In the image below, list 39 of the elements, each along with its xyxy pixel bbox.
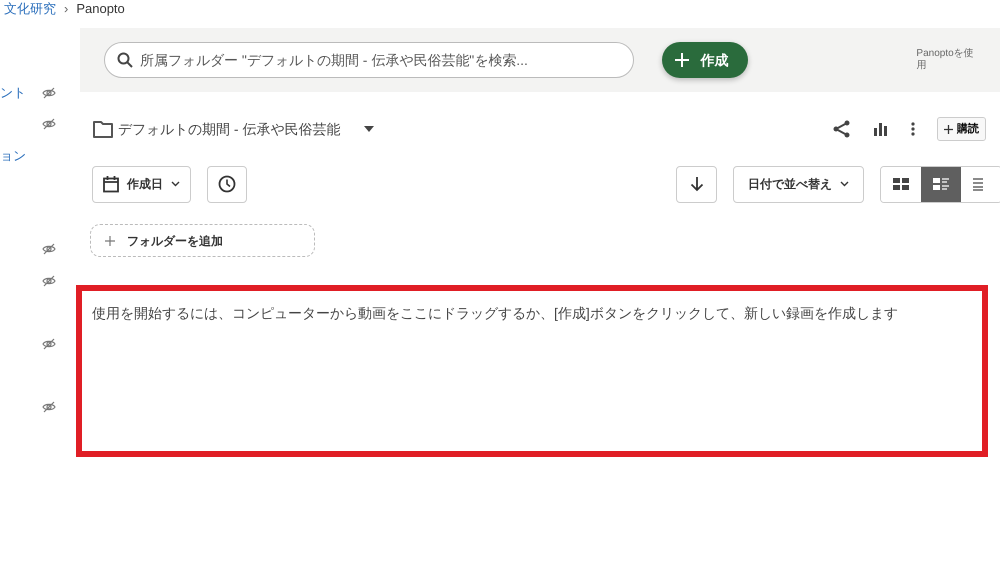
chevron-down-icon [840,181,849,187]
search-icon [117,52,133,68]
plus-icon [944,124,953,134]
plus-icon [674,52,690,68]
chevron-down-icon [171,181,180,187]
hidden-eye-icon[interactable] [42,274,56,287]
search-field[interactable]: 所属フォルダー "デフォルトの期間 - 伝承や民俗芸能"を検索... [104,42,634,78]
folder-icon [92,120,114,138]
sidebar-item[interactable]: ョン [0,146,26,166]
subscribe-button[interactable]: 購読 [937,117,986,141]
breadcrumb-current: Panopto [76,2,125,18]
date-filter-button[interactable]: 作成日 [92,166,191,202]
stats-icon[interactable] [873,122,889,136]
breadcrumb-separator: › [64,2,68,18]
hidden-eye-icon[interactable] [42,243,56,256]
calendar-icon [103,176,119,192]
user-menu-link[interactable]: Panoptoを使用 [916,48,976,72]
grid-icon [893,177,909,191]
sort-button[interactable]: 日付で並べ替え [733,166,864,202]
sidebar-item[interactable]: ント [0,83,26,102]
empty-state-message: 使用を開始するには、コンピューターから動画をここにドラッグするか、[作成]ボタンをクリックして、新しい録画を作成します [92,304,899,323]
breadcrumb-link[interactable]: 文化研究 [4,2,56,28]
dropdown-caret-icon[interactable] [364,126,374,132]
sort-direction-button[interactable] [676,166,717,202]
clock-button[interactable] [207,166,247,202]
hidden-eye-icon[interactable] [42,338,56,350]
share-icon[interactable] [833,120,851,138]
hidden-eye-icon[interactable] [42,400,56,413]
plus-icon [105,236,115,246]
more-options-icon[interactable] [911,122,915,136]
arrow-down-icon [690,176,704,192]
detail-list-icon [933,177,949,191]
add-folder-button[interactable]: フォルダーを追加 [90,224,315,257]
create-button[interactable]: 作成 [662,42,748,78]
hidden-eye-icon[interactable] [42,118,56,130]
clock-icon [218,175,236,193]
detail-view-button[interactable] [921,166,961,202]
hidden-eye-icon[interactable] [42,86,56,99]
folder-title: デフォルトの期間 - 伝承や民俗芸能 [118,120,340,138]
